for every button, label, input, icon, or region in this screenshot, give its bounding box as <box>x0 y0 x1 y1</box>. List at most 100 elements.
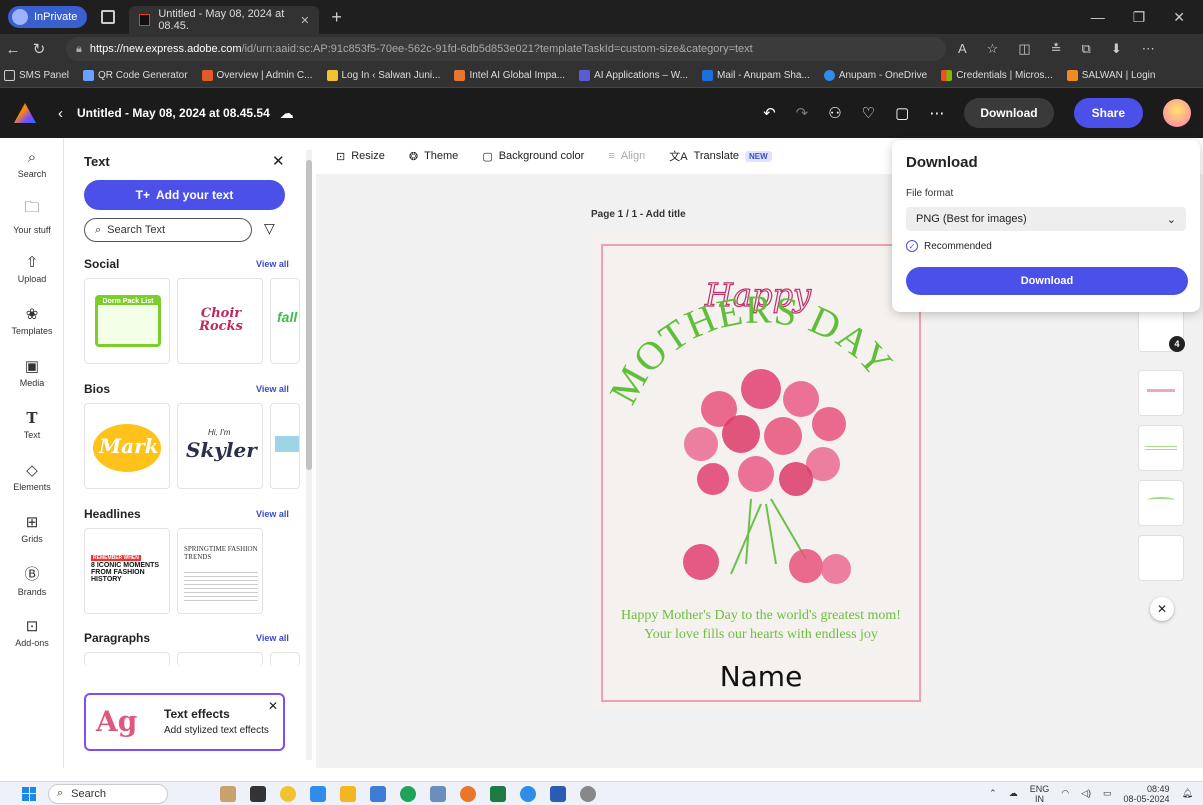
more-options-icon[interactable]: ⋯ <box>929 104 944 122</box>
bookmark-item[interactable]: Anupam - OneDrive <box>823 70 927 81</box>
bookmark-item[interactable]: QR Code Generator <box>83 70 188 81</box>
taskbar-search[interactable]: ⌕ Search <box>48 783 168 804</box>
view-all-social-link[interactable]: View all <box>256 259 289 269</box>
rail-templates[interactable]: ❀ Templates <box>0 294 64 346</box>
view-all-paragraphs-link[interactable]: View all <box>256 633 289 643</box>
card-name[interactable]: Name <box>616 660 906 693</box>
more-icon[interactable]: ⋯ <box>1142 41 1155 57</box>
rail-elements[interactable]: ◇ Elements <box>0 450 64 502</box>
firefox-icon[interactable] <box>460 785 476 802</box>
template-thumb[interactable] <box>84 652 170 666</box>
tab-close-icon[interactable]: ✕ <box>300 14 309 27</box>
share-button[interactable]: Share <box>1073 98 1143 128</box>
bookmark-item[interactable]: Log In ‹ Salwan Juni... <box>326 70 440 81</box>
bookmark-item[interactable]: Intel AI Global Impa... <box>454 70 565 81</box>
store-icon[interactable] <box>370 785 386 802</box>
bookmark-item[interactable]: Overview | Admin C... <box>201 70 313 81</box>
bookmark-item[interactable]: Mail - Anupam Sha... <box>702 70 810 81</box>
extensions-icon[interactable]: ⬇ <box>1111 41 1122 57</box>
bookmark-item[interactable]: Credentials | Micros... <box>941 70 1053 81</box>
volume-icon[interactable]: ◁) <box>1081 788 1091 799</box>
template-thumb[interactable]: SPRINGTIME FASHION TRENDS <box>177 528 263 614</box>
page-label[interactable]: Page 1 / 1 - Add title <box>591 209 686 220</box>
bookmark-item[interactable]: SMS Panel <box>4 70 69 81</box>
notepad-icon[interactable] <box>430 785 446 802</box>
page-thumbnail[interactable] <box>1138 535 1184 581</box>
minimize-icon[interactable]: — <box>1091 9 1105 26</box>
notification-app-icon[interactable] <box>280 785 296 802</box>
template-thumb[interactable] <box>177 652 263 666</box>
window-close-icon[interactable]: ✕ <box>1173 9 1185 26</box>
invite-icon[interactable]: ⚇ <box>828 104 841 122</box>
favorite-star-icon[interactable]: ☆ <box>987 41 999 57</box>
excel-icon[interactable] <box>490 785 506 802</box>
theme-button[interactable]: ❂ Theme <box>409 150 458 163</box>
windows-start-icon[interactable] <box>22 786 36 801</box>
battery-icon[interactable]: ▭ <box>1103 788 1112 799</box>
translate-button[interactable]: 文A Translate NEW <box>669 148 772 164</box>
comment-icon[interactable]: ▢ <box>895 104 909 122</box>
favorites-icon[interactable]: ≛ <box>1051 41 1062 57</box>
template-thumb[interactable] <box>270 403 300 489</box>
word-icon[interactable] <box>550 785 566 802</box>
teams-icon[interactable] <box>310 785 326 802</box>
rail-upload[interactable]: ⇧ Upload <box>0 242 64 294</box>
clock[interactable]: 08:49 08-05-2024 <box>1124 784 1170 804</box>
url-field[interactable]: 🔒︎ https://new.express.adobe.com/id/urn:… <box>66 37 946 61</box>
rail-text[interactable]: T Text <box>0 398 64 450</box>
chevron-up-icon[interactable]: ⌃ <box>989 788 997 799</box>
search-text-input[interactable]: ⌕ Search Text <box>84 218 252 242</box>
template-thumb[interactable]: Dorm Pack List <box>84 278 170 364</box>
document-title[interactable]: Untitled - May 08, 2024 at 08.45.54 <box>77 106 270 120</box>
close-icon[interactable]: ✕ <box>272 152 285 170</box>
add-your-text-button[interactable]: T+ Add your text <box>84 180 285 210</box>
edge-icon[interactable] <box>400 785 416 802</box>
new-tab-icon[interactable]: + <box>331 7 342 28</box>
widgets-icon[interactable] <box>220 785 236 802</box>
template-thumb[interactable]: Hi, I'm Skyler <box>177 403 263 489</box>
page-thumbnail[interactable] <box>1138 370 1184 416</box>
card-message[interactable]: Happy Mother's Day to the world's greate… <box>616 606 906 644</box>
rail-media[interactable]: ▣ Media <box>0 346 64 398</box>
bookmark-item[interactable]: AI Applications – W... <box>579 70 688 81</box>
collections-icon[interactable]: ⧉ <box>1082 41 1091 57</box>
browser-tab[interactable]: Untitled - May 08, 2024 at 08.45. ✕ <box>129 6 320 34</box>
chevron-left-icon[interactable]: ‹ <box>58 105 63 122</box>
text-effects-card[interactable]: Ag Text effects Add stylized text effect… <box>84 693 285 751</box>
align-button[interactable]: ≡ Align <box>608 150 645 162</box>
bookmark-item[interactable]: SALWAN | Login <box>1066 70 1155 81</box>
settings-icon[interactable] <box>580 785 596 802</box>
template-thumb[interactable]: Choir Rocks <box>177 278 263 364</box>
rail-addons[interactable]: ⊡ Add-ons <box>0 606 64 658</box>
close-icon[interactable]: ✕ <box>1150 597 1174 621</box>
resize-button[interactable]: ⊡ Resize <box>336 150 385 163</box>
avatar[interactable] <box>1163 99 1191 127</box>
wifi-icon[interactable]: ◠ <box>1061 788 1069 799</box>
template-thumb[interactable] <box>270 652 300 666</box>
chat-icon[interactable] <box>520 785 536 802</box>
rail-brands[interactable]: Ⓑ Brands <box>0 554 64 606</box>
adobe-express-logo[interactable] <box>14 103 36 123</box>
rail-your-stuff[interactable]: 🗀︎ Your stuff <box>0 190 64 242</box>
refresh-icon[interactable]: ↻ <box>26 40 52 58</box>
inprivate-badge[interactable]: InPrivate <box>8 6 88 28</box>
filter-icon[interactable]: ▽ <box>264 220 275 237</box>
rail-grids[interactable]: ⊞ Grids <box>0 502 64 554</box>
task-view-icon[interactable] <box>250 785 266 802</box>
download-button[interactable]: Download <box>906 267 1188 295</box>
back-icon[interactable]: ← <box>0 41 26 58</box>
template-thumb[interactable]: Mark <box>84 403 170 489</box>
template-thumb[interactable]: REMEMBER WHEN 8 ICONIC MOMENTS FROM FASH… <box>84 528 170 614</box>
template-thumb[interactable]: fall <box>270 278 300 364</box>
panel-scrollbar[interactable] <box>306 150 312 760</box>
view-all-headlines-link[interactable]: View all <box>256 509 289 519</box>
header-download-button[interactable]: Download <box>964 98 1054 128</box>
file-format-select[interactable]: PNG (Best for images) ⌄ <box>906 207 1186 231</box>
page-thumbnail[interactable] <box>1138 425 1184 471</box>
onedrive-tray-icon[interactable]: ☁ <box>1009 788 1018 799</box>
restore-icon[interactable]: ❐ <box>1133 9 1146 26</box>
undo-icon[interactable]: ↶ <box>763 104 776 122</box>
tab-actions-icon[interactable] <box>101 10 116 24</box>
redo-icon[interactable]: ↷ <box>796 104 809 122</box>
scrollbar-thumb[interactable] <box>306 160 312 470</box>
